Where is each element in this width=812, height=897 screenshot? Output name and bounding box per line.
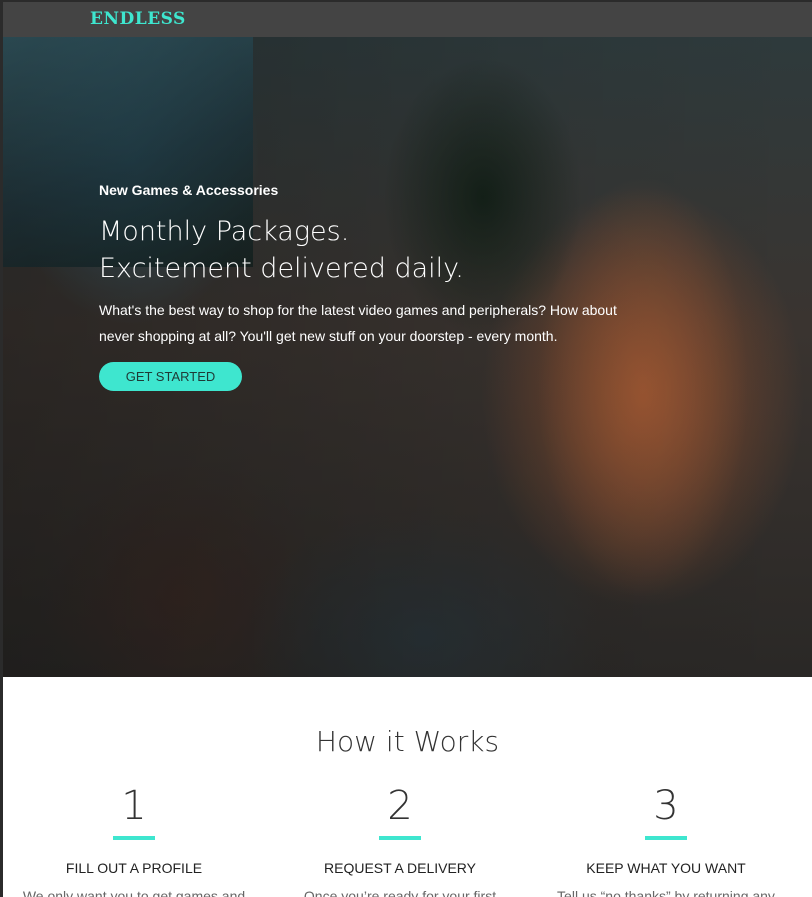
step-title: REQUEST A DELIVERY	[324, 860, 476, 876]
step-text: Once you’re ready for your first	[303, 888, 497, 897]
step-number: 2	[387, 783, 413, 829]
step-underline	[645, 836, 687, 840]
get-started-button[interactable]: GET STARTED	[99, 362, 242, 391]
hero-description: What's the best way to shop for the late…	[99, 302, 617, 344]
step-number: 3	[653, 783, 679, 829]
step-3: 3 KEEP WHAT YOU WANT Tell us “no thanks”…	[536, 782, 796, 897]
step-number: 1	[121, 783, 147, 829]
page: ENDLESS New Games & Accessories Monthly …	[3, 2, 812, 897]
hero-section: New Games & Accessories Monthly Packages…	[3, 37, 812, 677]
brand-logo[interactable]: ENDLESS	[90, 9, 186, 29]
step-2: 2 REQUEST A DELIVERY Once you’re ready f…	[270, 782, 530, 897]
step-underline	[379, 836, 421, 840]
hero-title-line-1: Monthly Packages.	[99, 216, 350, 247]
top-navbar: ENDLESS	[3, 2, 812, 37]
hero-overlay	[3, 37, 812, 677]
step-text: We only want you to get games and	[22, 888, 246, 897]
hero-eyebrow: New Games & Accessories	[99, 182, 279, 198]
hero-title-line-2: Excitement delivered daily.	[99, 253, 464, 284]
hero-title: Monthly Packages. Excitement delivered d…	[99, 213, 464, 287]
step-title: KEEP WHAT YOU WANT	[586, 860, 746, 876]
section-title: How it Works	[315, 725, 500, 758]
how-it-works-section: How it Works 1 FILL OUT A PROFILE We onl…	[3, 677, 812, 897]
step-1: 1 FILL OUT A PROFILE We only want you to…	[4, 782, 264, 897]
step-text: Tell us “no thanks” by returning any	[557, 888, 775, 897]
step-title: FILL OUT A PROFILE	[65, 860, 203, 876]
step-underline	[113, 836, 155, 840]
